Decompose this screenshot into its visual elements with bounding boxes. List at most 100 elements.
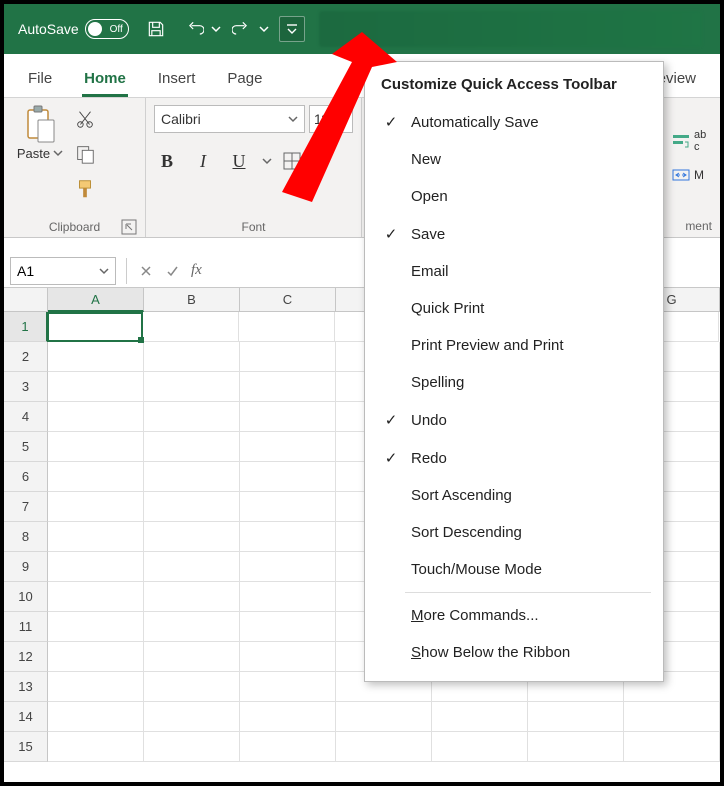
cell[interactable] — [48, 702, 144, 732]
cell[interactable] — [240, 672, 336, 702]
col-header-B[interactable]: B — [144, 288, 240, 311]
cell[interactable] — [48, 612, 144, 642]
cell[interactable] — [144, 522, 240, 552]
cell[interactable] — [143, 312, 239, 342]
name-box[interactable]: A1 — [10, 257, 116, 285]
cancel-formula-icon[interactable] — [133, 258, 159, 284]
row-header-9[interactable]: 9 — [4, 552, 48, 582]
menu-item-save[interactable]: ✓Save — [365, 215, 663, 253]
cell[interactable] — [144, 462, 240, 492]
row-header-5[interactable]: 5 — [4, 432, 48, 462]
save-icon[interactable] — [139, 12, 173, 46]
row-header-12[interactable]: 12 — [4, 642, 48, 672]
menu-show-below-ribbon[interactable]: Show Below the Ribbon — [365, 634, 663, 671]
cell[interactable] — [144, 432, 240, 462]
clipboard-dialog-launcher-icon[interactable] — [121, 219, 137, 235]
format-painter-icon[interactable] — [74, 178, 96, 203]
menu-item-new[interactable]: New — [365, 141, 663, 178]
cell[interactable] — [240, 462, 336, 492]
cell[interactable] — [432, 702, 528, 732]
autosave-toggle[interactable]: AutoSave Off — [12, 19, 135, 39]
cell[interactable] — [144, 492, 240, 522]
autosave-switch[interactable]: Off — [85, 19, 129, 39]
menu-item-automatically-save[interactable]: ✓Automatically Save — [365, 103, 663, 141]
cell[interactable] — [240, 642, 336, 672]
cell[interactable] — [240, 732, 336, 762]
cell[interactable] — [240, 432, 336, 462]
cell[interactable] — [48, 672, 144, 702]
menu-item-open[interactable]: Open — [365, 178, 663, 215]
row-header-7[interactable]: 7 — [4, 492, 48, 522]
row-header-15[interactable]: 15 — [4, 732, 48, 762]
menu-more-commands[interactable]: More Commands... — [365, 597, 663, 634]
redo-button[interactable] — [225, 12, 269, 46]
cell[interactable] — [48, 462, 144, 492]
enter-formula-icon[interactable] — [159, 258, 185, 284]
cell[interactable] — [240, 702, 336, 732]
paste-caret-icon[interactable] — [53, 146, 63, 161]
bold-button[interactable]: B — [154, 148, 180, 174]
cell[interactable] — [336, 732, 432, 762]
row-header-11[interactable]: 11 — [4, 612, 48, 642]
cell[interactable] — [48, 372, 144, 402]
undo-icon[interactable] — [177, 12, 211, 46]
col-header-C[interactable]: C — [240, 288, 336, 311]
menu-item-touch-mouse-mode[interactable]: Touch/Mouse Mode — [365, 551, 663, 588]
row-header-14[interactable]: 14 — [4, 702, 48, 732]
cut-icon[interactable] — [74, 108, 96, 133]
redo-icon[interactable] — [225, 12, 259, 46]
cell[interactable] — [47, 312, 143, 342]
cell[interactable] — [432, 732, 528, 762]
menu-item-spelling[interactable]: Spelling — [365, 364, 663, 401]
cell[interactable] — [144, 552, 240, 582]
cell[interactable] — [624, 732, 720, 762]
col-header-A[interactable]: A — [48, 288, 144, 312]
cell[interactable] — [336, 702, 432, 732]
redo-caret-icon[interactable] — [259, 21, 269, 37]
cell[interactable] — [48, 732, 144, 762]
row-header-1[interactable]: 1 — [4, 312, 48, 342]
menu-item-sort-ascending[interactable]: Sort Ascending — [365, 477, 663, 514]
menu-item-redo[interactable]: ✓Redo — [365, 439, 663, 477]
menu-item-undo[interactable]: ✓Undo — [365, 401, 663, 439]
cell[interactable] — [48, 582, 144, 612]
undo-button[interactable] — [177, 12, 221, 46]
cell[interactable] — [48, 522, 144, 552]
borders-button[interactable] — [282, 151, 314, 171]
cell[interactable] — [144, 612, 240, 642]
cell[interactable] — [239, 312, 335, 342]
select-all-corner[interactable] — [4, 288, 48, 311]
cell[interactable] — [48, 432, 144, 462]
copy-icon[interactable] — [74, 143, 96, 168]
cell[interactable] — [48, 642, 144, 672]
cell[interactable] — [48, 492, 144, 522]
row-header-6[interactable]: 6 — [4, 462, 48, 492]
cell[interactable] — [240, 552, 336, 582]
menu-item-email[interactable]: Email — [365, 253, 663, 290]
cell[interactable] — [48, 552, 144, 582]
row-header-3[interactable]: 3 — [4, 372, 48, 402]
font-size-select[interactable]: 11 — [309, 105, 353, 133]
cell[interactable] — [144, 372, 240, 402]
cell[interactable] — [144, 342, 240, 372]
cell[interactable] — [240, 522, 336, 552]
menu-item-sort-descending[interactable]: Sort Descending — [365, 514, 663, 551]
italic-button[interactable]: I — [190, 148, 216, 174]
paste-button[interactable]: Paste — [12, 104, 68, 161]
cell[interactable] — [48, 402, 144, 432]
cell[interactable] — [144, 582, 240, 612]
cell[interactable] — [240, 582, 336, 612]
row-header-2[interactable]: 2 — [4, 342, 48, 372]
tab-insert[interactable]: Insert — [156, 70, 198, 97]
row-header-10[interactable]: 10 — [4, 582, 48, 612]
cell[interactable] — [240, 492, 336, 522]
merge-button[interactable]: M — [672, 167, 704, 183]
customize-qat-button[interactable] — [279, 16, 305, 42]
cell[interactable] — [624, 702, 720, 732]
cell[interactable] — [240, 342, 336, 372]
cell[interactable] — [144, 702, 240, 732]
wrap-text-button[interactable]: abc — [672, 129, 706, 153]
tab-file[interactable]: File — [26, 70, 54, 97]
cell[interactable] — [144, 672, 240, 702]
cell[interactable] — [528, 702, 624, 732]
